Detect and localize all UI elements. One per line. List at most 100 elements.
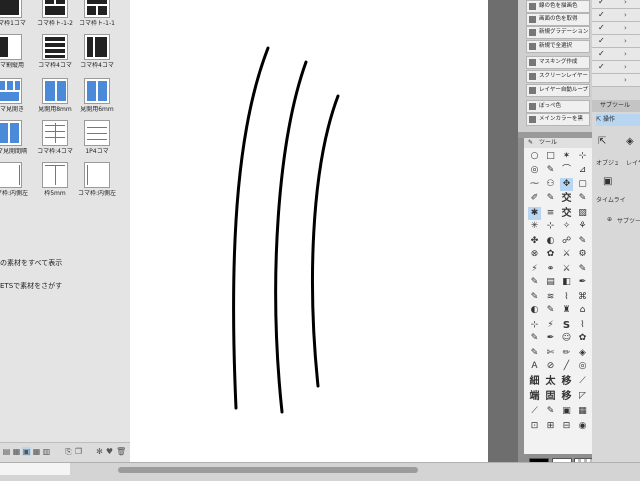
tool-button[interactable]: ⚘	[576, 220, 589, 233]
layer-visibility-check-icon[interactable]: ✓	[598, 49, 605, 59]
material-thumbnail[interactable]	[84, 162, 110, 188]
tool-button[interactable]: ☺	[560, 332, 573, 345]
tool-button[interactable]: ✧	[560, 220, 573, 233]
tool-button[interactable]: ⚭	[544, 263, 557, 276]
auto-action-item[interactable]: 新規で全選択	[526, 40, 590, 53]
tool-button[interactable]: ◧	[560, 276, 573, 289]
layer-visibility-check-icon[interactable]: ✓	[598, 62, 605, 72]
expand-arrow-icon[interactable]: ›	[624, 36, 627, 46]
auto-action-item[interactable]: スクリーンレイヤー	[526, 70, 590, 83]
expand-arrow-icon[interactable]: ›	[624, 0, 627, 7]
tool-button-64[interactable]: 細	[528, 375, 541, 388]
layer-row[interactable]: ✓ ›	[592, 35, 640, 48]
tool-button[interactable]: ⊹	[576, 150, 589, 163]
expand-arrow-icon[interactable]: ›	[624, 23, 627, 33]
tool-button[interactable]: ⁓	[528, 178, 541, 191]
tool-button[interactable]: ≋	[544, 291, 557, 304]
expand-arrow-icon[interactable]: ›	[624, 75, 627, 85]
tool-button[interactable]: ○	[528, 150, 541, 163]
layer-visibility-check-icon[interactable]: ✓	[598, 0, 605, 7]
tool-button[interactable]: ⚡	[528, 263, 541, 276]
tool-button[interactable]: ✐	[528, 192, 541, 205]
folder-icon[interactable]: ▤	[2, 447, 11, 456]
tool-button[interactable]: ⚔	[560, 263, 573, 276]
auto-action-item[interactable]: ぼっぺ色	[526, 100, 590, 113]
tool-button[interactable]: A	[528, 360, 541, 373]
expand-arrow-icon[interactable]: ›	[624, 62, 627, 72]
horizontal-scrollbar-track[interactable]	[0, 463, 70, 475]
trash-icon[interactable]: 🗑	[116, 447, 126, 456]
tool-button[interactable]: ⌇	[576, 319, 589, 332]
tool-button-14[interactable]: 交	[560, 192, 573, 205]
tool-button[interactable]: ⚇	[544, 178, 557, 191]
tool-button[interactable]: ⟋	[576, 375, 589, 388]
tool-button[interactable]: ▢	[576, 178, 589, 191]
material-thumbnail[interactable]	[42, 162, 68, 188]
canvas-area[interactable]	[130, 0, 488, 462]
tool-button[interactable]: ⚙	[576, 248, 589, 261]
tool-button[interactable]: ✎	[544, 304, 557, 317]
material-thumbnail[interactable]	[0, 162, 22, 188]
material-thumbnail[interactable]	[42, 78, 68, 104]
tool-button[interactable]: ⊡	[528, 420, 541, 433]
tool-button[interactable]: ◎	[528, 164, 541, 177]
tool-button[interactable]: ⟋	[528, 405, 541, 418]
tool-button[interactable]: ⊟	[560, 420, 573, 433]
tool-button[interactable]: ▤	[544, 276, 557, 289]
tool-button-50[interactable]: S	[560, 319, 573, 332]
tool-button[interactable]: ◈	[576, 347, 589, 360]
tool-button[interactable]: ✎	[576, 192, 589, 205]
sub-tool-tab[interactable]: サブツール	[592, 100, 640, 112]
tool-button-68[interactable]: 端	[528, 390, 541, 403]
tool-button-18[interactable]: 交	[560, 207, 573, 220]
layer-tab[interactable]: レイヤー	[626, 158, 640, 167]
auto-action-item[interactable]: メインカラーを黒	[526, 113, 590, 126]
tool-button[interactable]: ▣	[560, 405, 573, 418]
favorite-icon[interactable]: ♥	[105, 447, 114, 456]
material-thumbnail[interactable]	[42, 0, 68, 18]
tool-button[interactable]: □	[544, 150, 557, 163]
expand-arrow-icon[interactable]: ›	[624, 10, 627, 20]
tool-button[interactable]: ◎	[576, 360, 589, 373]
tool-button[interactable]: ☍	[560, 235, 573, 248]
layer-row[interactable]: ✓ ›	[592, 48, 640, 61]
tool-button[interactable]: ⌂	[576, 304, 589, 317]
material-thumbnail[interactable]	[84, 78, 110, 104]
layer-visibility-check-icon[interactable]: ✓	[598, 10, 605, 20]
tool-button[interactable]: ✎	[544, 192, 557, 205]
layer-visibility-check-icon[interactable]: ✓	[598, 23, 605, 33]
show-all-materials-link[interactable]: の素材をすべて表示	[0, 258, 62, 268]
large-grid-icon[interactable]: ▥	[42, 447, 51, 456]
tool-button[interactable]: ✎	[576, 263, 589, 276]
list-view-icon[interactable]: ▦	[12, 447, 21, 456]
tool-button[interactable]: ✒	[576, 276, 589, 289]
tool-button[interactable]: ╱	[560, 360, 573, 373]
tool-button[interactable]: ✿	[576, 332, 589, 345]
tool-button[interactable]: ✥	[560, 178, 573, 191]
tool-button[interactable]: ✏	[560, 347, 573, 360]
material-thumbnail[interactable]	[42, 120, 68, 146]
material-thumbnail[interactable]	[0, 120, 22, 146]
tool-button[interactable]: ▦	[576, 405, 589, 418]
thumbnail-view-icon[interactable]: ▣	[22, 447, 31, 456]
material-thumbnail[interactable]	[84, 0, 110, 18]
paste-icon[interactable]: ⎘	[64, 447, 73, 456]
tool-button[interactable]: ✎	[528, 276, 541, 289]
tool-button[interactable]: ◐	[528, 304, 541, 317]
expand-arrow-icon[interactable]: ›	[624, 49, 627, 59]
tool-button[interactable]: ⊗	[528, 248, 541, 261]
tool-button[interactable]: ▧	[576, 207, 589, 220]
tool-button[interactable]: ⚔	[560, 248, 573, 261]
tool-button[interactable]: ⊿	[576, 164, 589, 177]
tool-button[interactable]: ✿	[544, 248, 557, 261]
material-thumbnail[interactable]	[84, 34, 110, 60]
tool-button[interactable]: ✎	[528, 347, 541, 360]
copy-icon[interactable]: ❐	[74, 447, 83, 456]
tool-button[interactable]: ✒	[544, 332, 557, 345]
find-assets-link[interactable]: ETSで素材をさがす	[0, 281, 62, 291]
layer-row[interactable]: ✓ ›	[592, 0, 640, 9]
tool-button-65[interactable]: 太	[544, 375, 557, 388]
tool-button[interactable]: ⌒	[560, 164, 573, 177]
tool-button[interactable]: ≡	[544, 207, 557, 220]
horizontal-scrollbar-thumb[interactable]	[118, 467, 418, 473]
